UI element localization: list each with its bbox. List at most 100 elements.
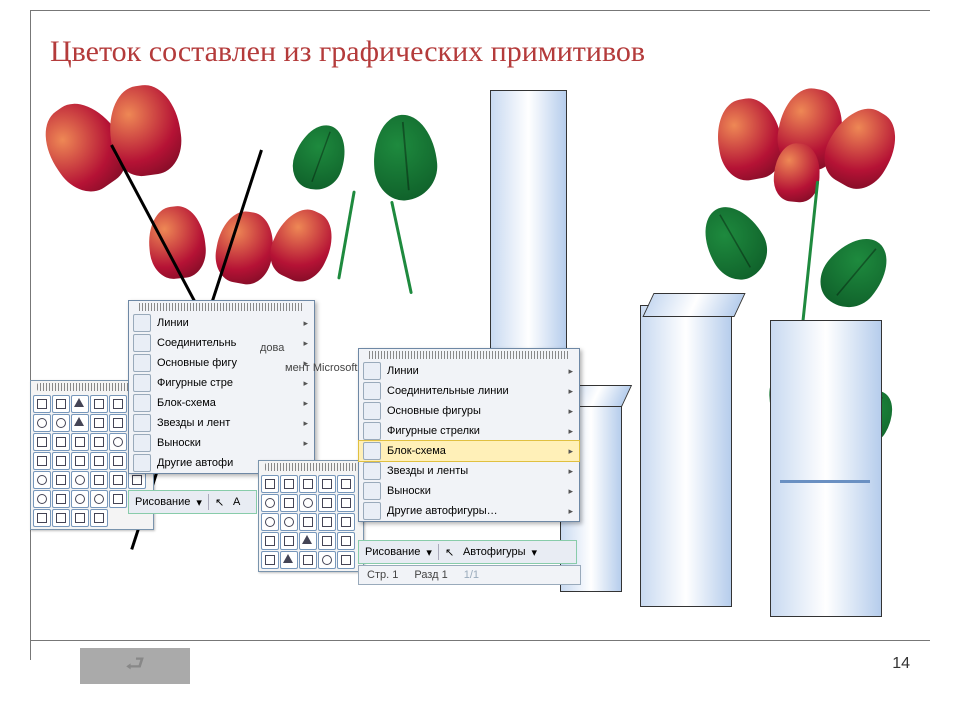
menu-item[interactable]: Соединительнь ▸: [129, 333, 314, 353]
status-section: Разд 1: [414, 569, 447, 581]
shape-category-icon: [363, 442, 381, 460]
menu-item[interactable]: Другие автофигуры… ▸: [359, 501, 579, 521]
shape-category-icon: [363, 402, 381, 420]
petal: [262, 200, 343, 289]
submenu-arrow-icon: ▸: [568, 446, 573, 457]
stem: [390, 201, 413, 295]
menu-item[interactable]: Выноски ▸: [359, 481, 579, 501]
prism: [640, 305, 732, 607]
word-hint: мент Microsoft: [285, 362, 357, 374]
shape-category-icon: [133, 314, 151, 332]
drawing-toolbar-1[interactable]: Рисование▾ ↖ А: [128, 490, 257, 514]
menu-grip[interactable]: [139, 303, 304, 311]
palette-grip[interactable]: [265, 463, 357, 471]
shape-category-icon: [363, 382, 381, 400]
shape-category-icon: [363, 362, 381, 380]
draw-menu[interactable]: Рисование: [135, 496, 190, 508]
submenu-arrow-icon: ▸: [568, 386, 573, 397]
menu-item[interactable]: Линии ▸: [129, 313, 314, 333]
word-hint: дова: [260, 342, 284, 354]
menu-item[interactable]: Звезды и ленты ▸: [359, 461, 579, 481]
menu-item[interactable]: Соединительные линии ▸: [359, 381, 579, 401]
menu-item[interactable]: Фигурные стре ▸: [129, 373, 314, 393]
leaf: [809, 225, 901, 319]
menu-item-label: Выноски: [387, 485, 431, 497]
submenu-arrow-icon: ▸: [568, 486, 573, 497]
menu-item-label: Соединительные линии: [387, 385, 509, 397]
draw-menu[interactable]: Рисование: [365, 546, 420, 558]
submenu-arrow-icon: ▸: [303, 318, 308, 329]
footer-rule: [30, 640, 930, 641]
shapes-palette-flowchart[interactable]: [258, 460, 364, 572]
status-page: Стр. 1: [367, 569, 398, 581]
word-status-bar: Стр. 1 Разд 1 1/1: [358, 565, 581, 585]
shape-category-icon: [133, 354, 151, 372]
back-button[interactable]: ⮐: [80, 648, 190, 684]
status-pages: 1/1: [464, 569, 479, 581]
menu-item-label: Линии: [387, 365, 419, 377]
autoshapes-short[interactable]: А: [233, 496, 240, 508]
page-number: 14: [892, 655, 910, 673]
menu-item[interactable]: Основные фигуры ▸: [359, 401, 579, 421]
submenu-arrow-icon: ▸: [568, 506, 573, 517]
menu-item-label: Основные фигуры: [387, 405, 481, 417]
submenu-arrow-icon: ▸: [568, 406, 573, 417]
menu-grip[interactable]: [369, 351, 569, 359]
leaf: [370, 112, 440, 203]
menu-item[interactable]: Блок-схема ▸: [359, 441, 579, 461]
menu-item[interactable]: Выноски ▸: [129, 433, 314, 453]
frame-left: [30, 10, 31, 660]
pointer-icon[interactable]: ↖: [215, 496, 227, 508]
cylinder: [490, 90, 567, 367]
shape-category-icon: [363, 482, 381, 500]
leaf: [286, 118, 355, 197]
prism-top: [642, 293, 745, 317]
leaf: [692, 196, 778, 290]
submenu-arrow-icon: ▸: [303, 438, 308, 449]
menu-item-label: Звезды и лент: [157, 417, 230, 429]
shape-category-icon: [133, 454, 151, 472]
menu-item-label: Другие автофи: [157, 457, 233, 469]
submenu-arrow-icon: ▸: [303, 398, 308, 409]
submenu-arrow-icon: ▸: [568, 366, 573, 377]
menu-item-label: Линии: [157, 317, 189, 329]
submenu-arrow-icon: ▸: [568, 426, 573, 437]
menu-item-label: Блок-схема: [387, 445, 446, 457]
slide: Цветок составлен из графических примитив…: [0, 0, 960, 720]
menu-item-label: Основные фигу: [157, 357, 237, 369]
submenu-arrow-icon: ▸: [303, 338, 308, 349]
menu-item-label: Соединительнь: [157, 337, 236, 349]
menu-item-label: Выноски: [157, 437, 201, 449]
menu-item-label: Звезды и ленты: [387, 465, 468, 477]
autoshapes-menu-1[interactable]: Линии▸Соединительнь▸Основные фигу▸Фигурн…: [128, 300, 315, 474]
menu-item-label: Фигурные стре: [157, 377, 233, 389]
shape-category-icon: [363, 462, 381, 480]
slide-title: Цветок составлен из графических примитив…: [50, 35, 645, 69]
shape-category-icon: [363, 422, 381, 440]
frame-top: [30, 10, 930, 11]
menu-item[interactable]: Блок-схема ▸: [129, 393, 314, 413]
shape-category-icon: [133, 434, 151, 452]
menu-item[interactable]: Линии ▸: [359, 361, 579, 381]
shape-category-icon: [133, 374, 151, 392]
stem: [337, 190, 356, 279]
menu-item-label: Блок-схема: [157, 397, 216, 409]
shape-category-icon: [133, 394, 151, 412]
autoshapes-menu-button[interactable]: Автофигуры: [463, 546, 526, 558]
menu-item-label: Фигурные стрелки: [387, 425, 480, 437]
submenu-arrow-icon: ▸: [303, 378, 308, 389]
submenu-arrow-icon: ▸: [303, 418, 308, 429]
autoshapes-menu-2[interactable]: Линии▸Соединительные линии▸Основные фигу…: [358, 348, 580, 522]
drawing-toolbar-2[interactable]: Рисование▾ ↖ Автофигуры▾: [358, 540, 577, 564]
water-line: [780, 480, 870, 483]
pointer-icon[interactable]: ↖: [445, 546, 457, 558]
menu-item[interactable]: Звезды и лент ▸: [129, 413, 314, 433]
shape-category-icon: [133, 334, 151, 352]
menu-item-label: Другие автофигуры…: [387, 505, 498, 517]
menu-item[interactable]: Фигурные стрелки ▸: [359, 421, 579, 441]
shape-category-icon: [363, 502, 381, 520]
glass-vase: [770, 320, 882, 617]
u-turn-icon: ⮐: [125, 647, 145, 685]
shape-category-icon: [133, 414, 151, 432]
submenu-arrow-icon: ▸: [568, 466, 573, 477]
